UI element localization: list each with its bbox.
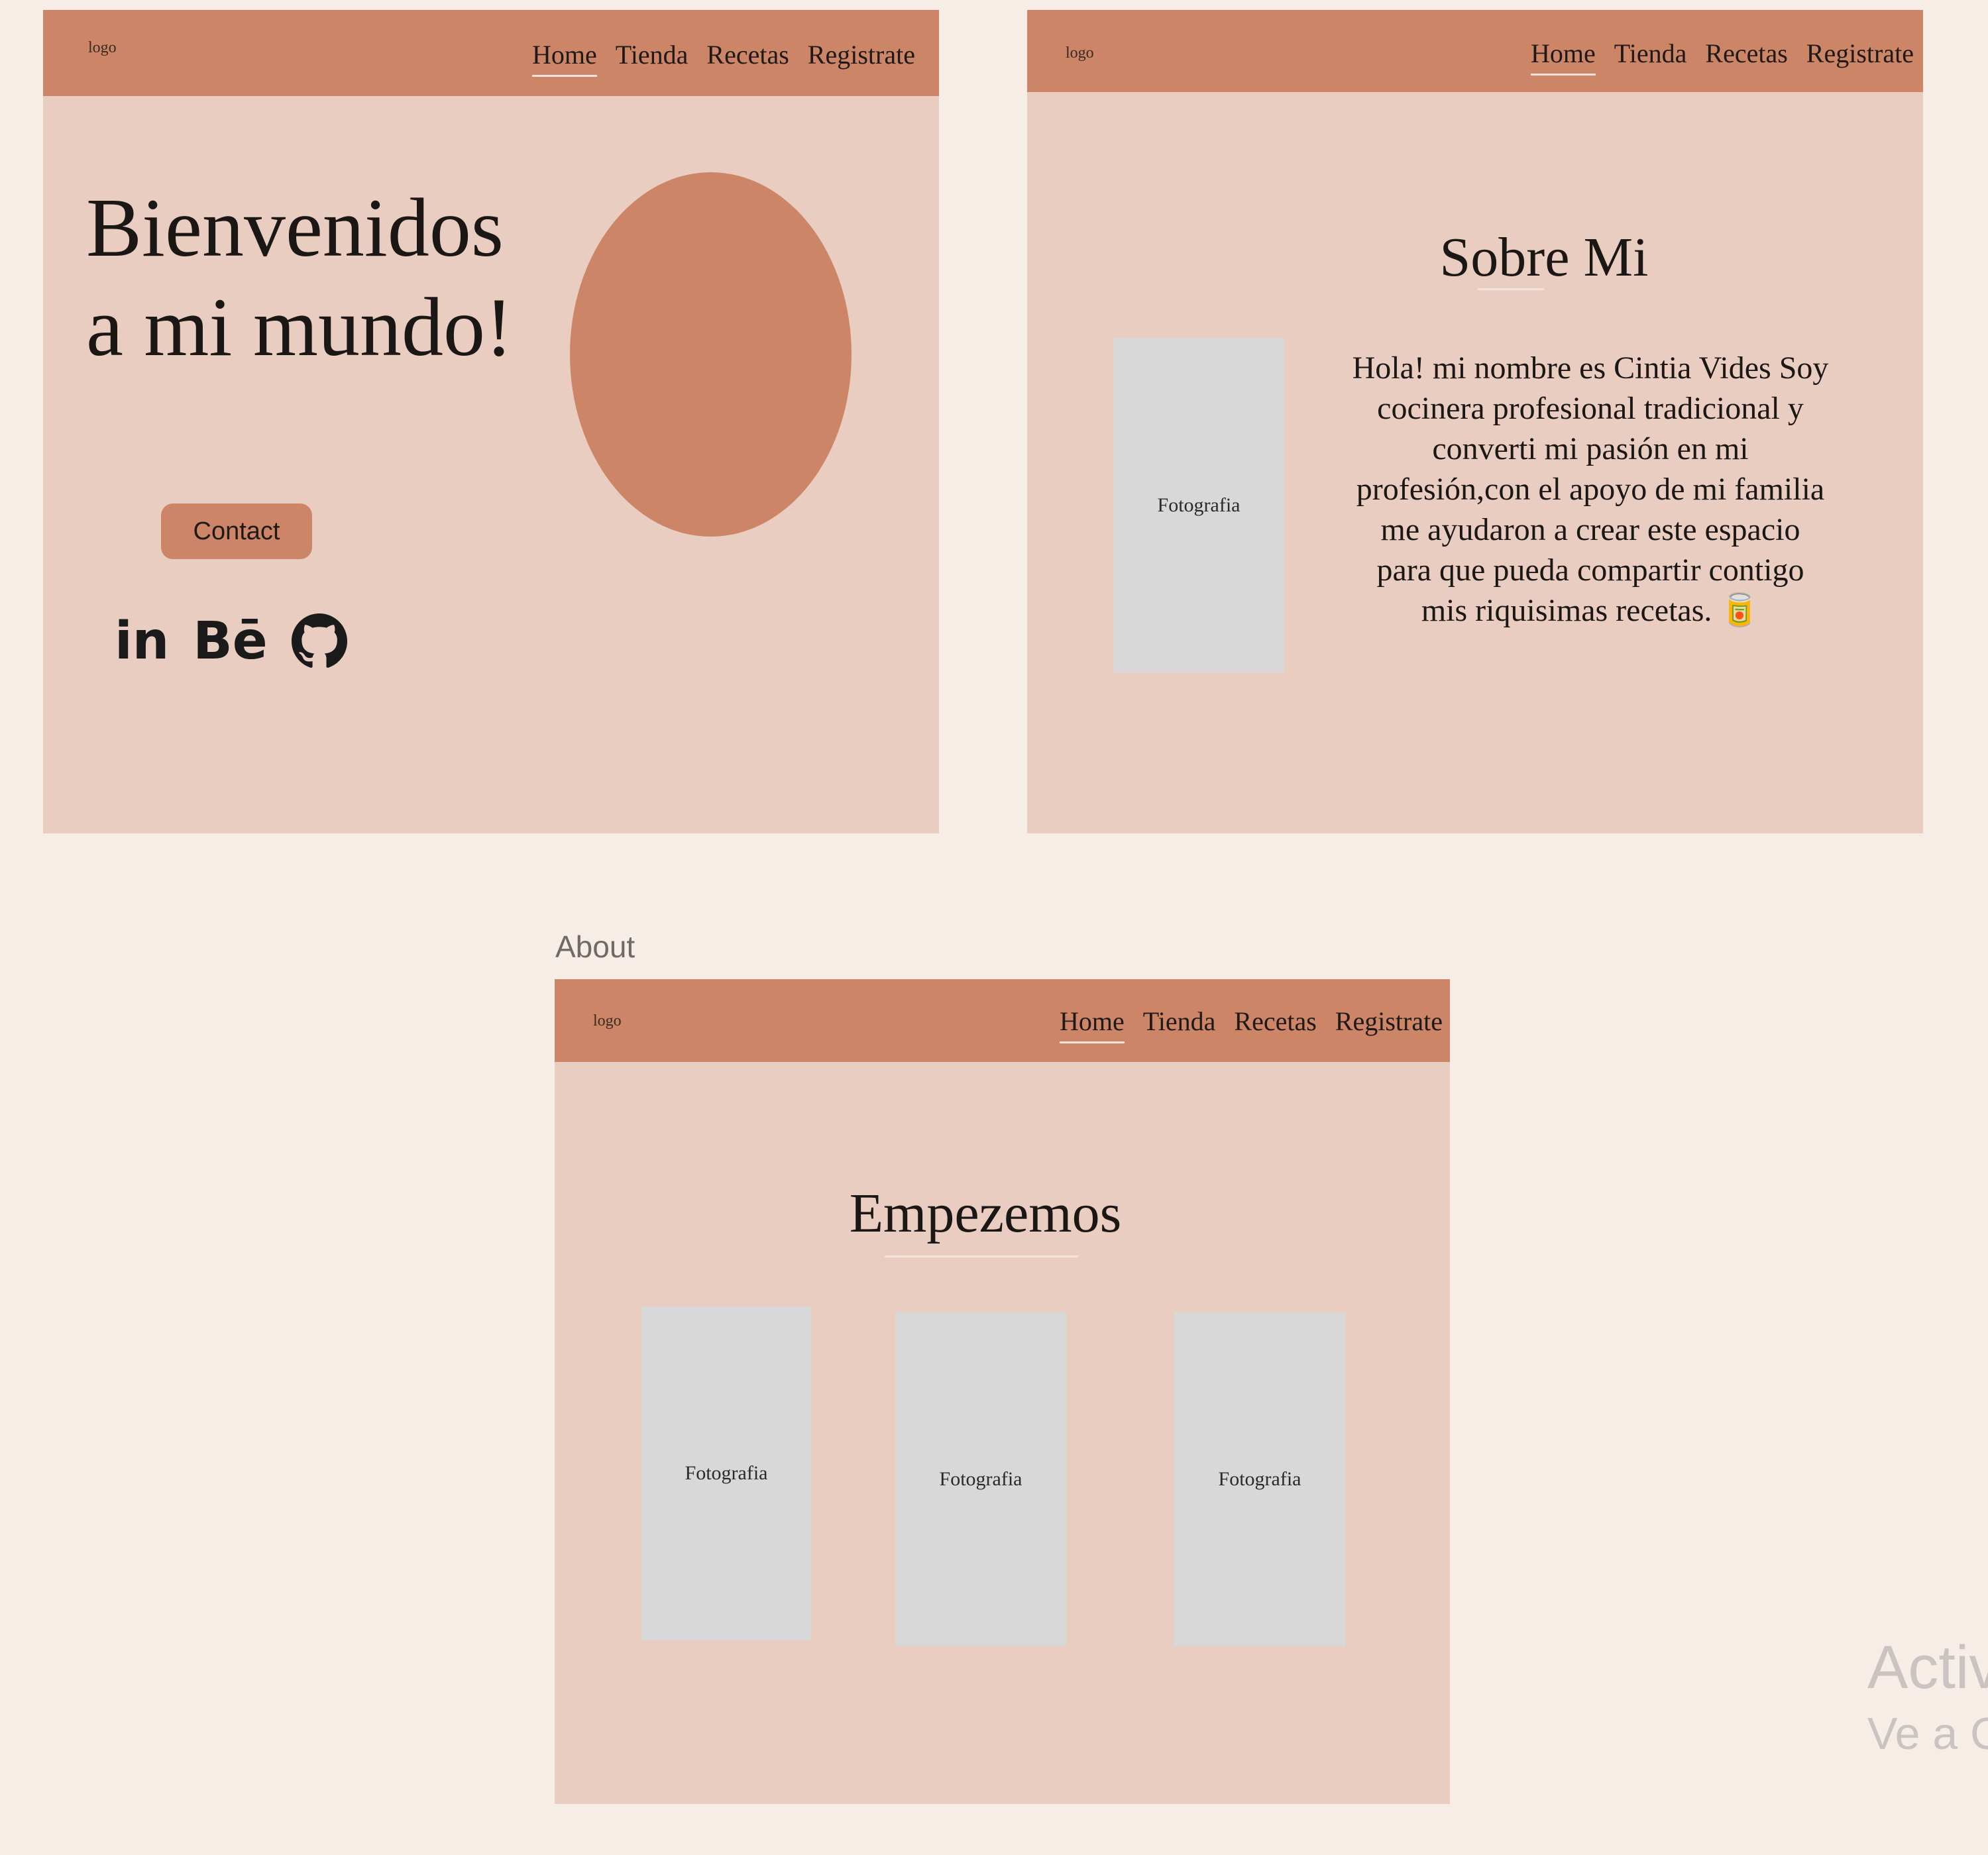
start-frame: logo Home Tienda Recetas Registrate Empe… <box>555 979 1450 1804</box>
nav-home[interactable]: Home <box>1060 1006 1125 1043</box>
nav-links: Home Tienda Recetas Registrate <box>532 39 915 77</box>
photo-label: Fotografia <box>1218 1468 1301 1490</box>
nav-recetas[interactable]: Recetas <box>706 39 789 70</box>
hero-title-line2: a mi mundo! <box>86 282 513 374</box>
nav-home[interactable]: Home <box>532 39 597 77</box>
recipe-photo-placeholder[interactable]: Fotografia <box>1174 1312 1345 1646</box>
recipe-photo-placeholder[interactable]: Fotografia <box>641 1306 811 1640</box>
nav-registrate[interactable]: Registrate <box>1806 38 1914 69</box>
about-description: Hola! mi nombre es Cintia Vides Soy coci… <box>1352 350 1829 628</box>
start-title: Empezemos <box>849 1183 1122 1244</box>
about-title: Sobre Mi <box>1439 227 1649 288</box>
hero-image-circle <box>570 172 852 537</box>
navbar: logo Home Tienda Recetas Registrate <box>43 10 939 96</box>
linkedin-icon[interactable]: in <box>115 615 169 667</box>
about-photo-placeholder: Fotografia <box>1113 338 1284 672</box>
watermark-line2: Ve a Co <box>1867 1709 1988 1759</box>
photo-label: Fotografia <box>1157 494 1241 516</box>
logo[interactable]: logo <box>88 39 117 57</box>
logo[interactable]: logo <box>1066 44 1094 62</box>
hero-title: Bienvenidos a mi mundo! <box>86 179 513 378</box>
behance-icon[interactable]: Bē <box>193 615 267 667</box>
hero-title-line1: Bienvenidos <box>86 182 504 274</box>
nav-links: Home Tienda Recetas Registrate <box>1531 38 1914 76</box>
start-title-underline <box>885 1255 1078 1257</box>
watermark-line1: Activa <box>1867 1634 1988 1701</box>
logo[interactable]: logo <box>593 1012 622 1030</box>
nav-recetas[interactable]: Recetas <box>1705 38 1787 69</box>
nav-tienda[interactable]: Tienda <box>616 39 689 70</box>
frame-label-about: About <box>555 929 635 964</box>
nav-links: Home Tienda Recetas Registrate <box>1060 1006 1443 1043</box>
nav-home[interactable]: Home <box>1531 38 1596 76</box>
about-frame: logo Home Tienda Recetas Registrate Sobr… <box>1027 10 1923 833</box>
nav-registrate[interactable]: Registrate <box>808 39 915 70</box>
about-title-underline <box>1478 288 1544 290</box>
photo-label: Fotografia <box>685 1462 768 1484</box>
recipe-photo-placeholder[interactable]: Fotografia <box>895 1312 1066 1646</box>
activation-watermark: Activa Ve a Co <box>1867 1631 1988 1764</box>
navbar: logo Home Tienda Recetas Registrate <box>555 979 1450 1062</box>
nav-tienda[interactable]: Tienda <box>1614 38 1687 69</box>
navbar: logo Home Tienda Recetas Registrate <box>1027 10 1923 92</box>
photo-label: Fotografia <box>939 1468 1022 1490</box>
home-frame: logo Home Tienda Recetas Registrate Bien… <box>43 10 939 833</box>
contact-button[interactable]: Contact <box>161 504 312 559</box>
nav-recetas[interactable]: Recetas <box>1234 1006 1316 1037</box>
github-icon[interactable] <box>291 610 347 673</box>
social-links: in Bē <box>115 610 347 673</box>
nav-registrate[interactable]: Registrate <box>1335 1006 1443 1037</box>
nav-tienda[interactable]: Tienda <box>1143 1006 1216 1037</box>
